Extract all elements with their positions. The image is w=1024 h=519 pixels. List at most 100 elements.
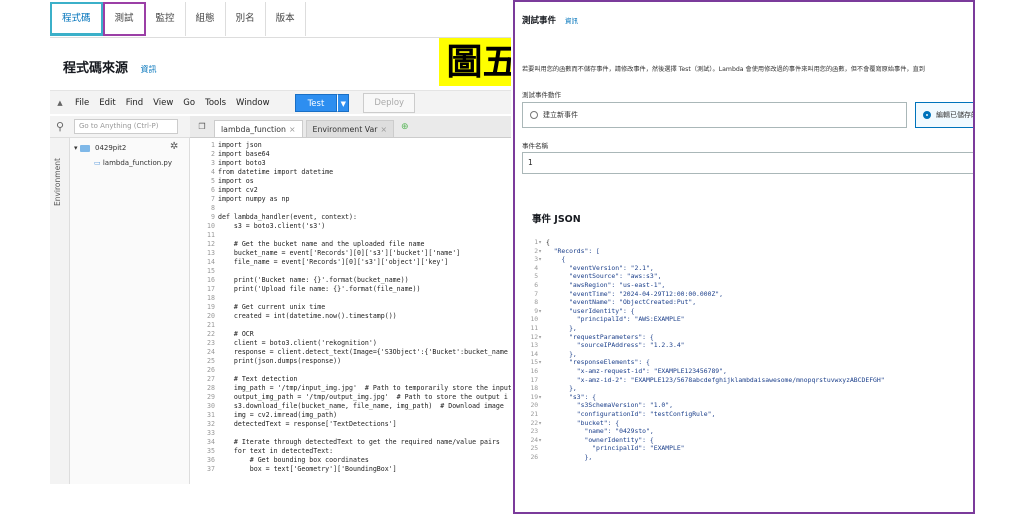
line-number: 7	[534, 289, 542, 298]
event-json-editor[interactable]: 1▾{2▾ "Records": [3▾ {4 "eventVersion": …	[522, 235, 973, 512]
json-line: 15▾ "responseElements": {	[522, 358, 973, 367]
json-line: 20 "s3SchemaVersion": "1.0",	[522, 401, 973, 410]
line-number: 5	[211, 177, 215, 185]
code-line: 28 img_path = '/tmp/input_img.jpg' # Pat…	[190, 384, 511, 393]
create-new-event-option[interactable]: 建立新事件	[522, 102, 907, 128]
close-icon[interactable]: ×	[381, 125, 388, 134]
close-icon[interactable]: ×	[289, 125, 296, 134]
line-number: 3	[211, 159, 215, 167]
menu-go[interactable]: Go	[178, 98, 200, 108]
json-text: {	[546, 255, 566, 264]
radio-button[interactable]	[530, 111, 538, 119]
json-text: "configurationId": "testConfigRule",	[546, 410, 716, 418]
radio-button-selected[interactable]	[923, 111, 931, 119]
tab-monitor[interactable]: 監控	[146, 2, 186, 36]
line-number: 6	[211, 186, 215, 194]
line-number: 37	[207, 465, 215, 473]
environment-sidebar[interactable]: Environment	[50, 138, 70, 484]
tree-folder-row[interactable]: ▾ 0429pit2	[74, 144, 126, 152]
tab-test[interactable]: 測試	[102, 2, 146, 36]
screenshot-root: 程式碼 測試 監控 組態 別名 版本 程式碼來源 資訊 ▲ File Edit …	[0, 0, 1024, 519]
line-number: 21	[207, 321, 215, 329]
code-source-info-link[interactable]: 資訊	[141, 65, 157, 74]
gear-icon[interactable]: ✲	[170, 141, 178, 152]
editor-tab-label: lambda_function	[221, 125, 286, 134]
editor-tab-environment-var[interactable]: Environment Var ×	[305, 120, 395, 137]
line-number: 19	[207, 303, 215, 311]
edit-saved-event-option[interactable]: 編輯已儲存的	[915, 102, 973, 128]
code-text: s3.download_file(bucket_name, file_name,…	[218, 402, 504, 410]
json-text: "responseElements": {	[546, 358, 650, 367]
deploy-button[interactable]: Deploy	[363, 92, 416, 113]
code-line: 13 bucket_name = event['Records'][0]['s3…	[190, 249, 511, 258]
json-text: },	[546, 384, 577, 393]
add-tab-icon[interactable]: ⊕	[401, 122, 409, 132]
line-number: 25	[530, 444, 542, 453]
code-line: 26	[190, 366, 511, 375]
collapse-arrow-icon[interactable]: ▲	[50, 99, 70, 107]
code-text: # Text detection	[218, 375, 298, 383]
json-line: 12▾ "requestParameters": {	[522, 333, 973, 342]
line-number: 13	[207, 249, 215, 257]
menu-file[interactable]: File	[70, 98, 94, 108]
menu-window[interactable]: Window	[231, 98, 275, 108]
json-text: "userIdentity": {	[546, 306, 635, 315]
menu-view[interactable]: View	[148, 98, 178, 108]
editor-tab-lambda-function[interactable]: lambda_function ×	[214, 120, 303, 137]
json-line: 19▾ "s3": {	[522, 393, 973, 402]
test-dropdown-icon[interactable]: ▼	[337, 93, 350, 112]
test-event-info-link[interactable]: 資訊	[565, 17, 578, 25]
tree-file-row[interactable]: ▭ lambda_function.py	[94, 159, 172, 167]
code-line: 6 import cv2	[190, 186, 511, 195]
json-line: 17 "x-amz-id-2": "EXAMPLE123/5678abcdefg…	[522, 376, 973, 385]
line-number: 12	[207, 240, 215, 248]
code-text: # OCR	[218, 330, 254, 338]
test-event-heading: 測試事件 資訊	[522, 14, 578, 26]
tab-menu-icon[interactable]: ❐	[190, 122, 214, 131]
json-line: 11 },	[522, 324, 973, 333]
code-line: 5 import os	[190, 177, 511, 186]
line-number: 10	[207, 222, 215, 230]
tab-versions[interactable]: 版本	[266, 2, 306, 36]
line-number: 5	[534, 272, 542, 281]
json-line: 8 "eventName": "ObjectCreated:Put",	[522, 298, 973, 307]
line-number: 27	[207, 375, 215, 383]
code-text: file_name = event['Records'][0]['s3']['o…	[218, 258, 449, 266]
test-button[interactable]: Test	[294, 93, 338, 112]
menu-tools[interactable]: Tools	[200, 98, 231, 108]
code-line: 25 print(json.dumps(response))	[190, 357, 511, 366]
menu-edit[interactable]: Edit	[94, 98, 120, 108]
goto-anything-input[interactable]: Go to Anything (Ctrl-P)	[74, 119, 178, 134]
code-text: import boto3	[218, 159, 266, 167]
line-number: 26	[530, 453, 542, 461]
menu-find[interactable]: Find	[121, 98, 148, 108]
expand-arrow-icon[interactable]: ▾	[74, 144, 78, 152]
line-number: 17	[207, 285, 215, 293]
json-line: 23 "name": "0429sto",	[522, 427, 973, 436]
line-number: 4	[211, 168, 215, 176]
line-number: 20	[207, 312, 215, 320]
line-number: 14	[530, 349, 542, 358]
tab-code[interactable]: 程式碼	[50, 2, 103, 36]
console-tabs: 程式碼 測試 監控 組態 別名 版本	[50, 2, 306, 36]
code-text: import json	[218, 141, 262, 149]
tab-configuration[interactable]: 組態	[186, 2, 226, 36]
code-editor[interactable]: 1 import json 2 import base64 3 import boto3 4…	[190, 138, 511, 484]
code-line: 29 output_img_path = '/tmp/output_img.jp…	[190, 393, 511, 402]
code-text: # Get the bucket name and the uploaded f…	[218, 240, 425, 248]
json-line: 24▾ "ownerIdentity": {	[522, 436, 973, 445]
code-line: 36 # Get bounding box coordinates	[190, 456, 511, 465]
code-line: 1 import json	[190, 141, 511, 150]
json-line: 13 "sourceIPAddress": "1.2.3.4"	[522, 341, 973, 350]
tab-aliases[interactable]: 別名	[226, 2, 266, 36]
code-text: import cv2	[218, 186, 258, 194]
line-number: 22	[207, 330, 215, 338]
create-new-event-label: 建立新事件	[543, 111, 578, 119]
code-line: 23 client = boto3.client('rekognition')	[190, 339, 511, 348]
line-number: 20	[530, 401, 542, 410]
lambda-console-panel: 程式碼 測試 監控 組態 別名 版本 程式碼來源 資訊 ▲ File Edit …	[50, 0, 511, 484]
line-number: 11	[207, 231, 215, 239]
line-number: 4	[534, 263, 542, 272]
event-name-input[interactable]: 1	[522, 152, 973, 174]
json-text: "awsRegion": "us-east-1",	[546, 281, 666, 289]
